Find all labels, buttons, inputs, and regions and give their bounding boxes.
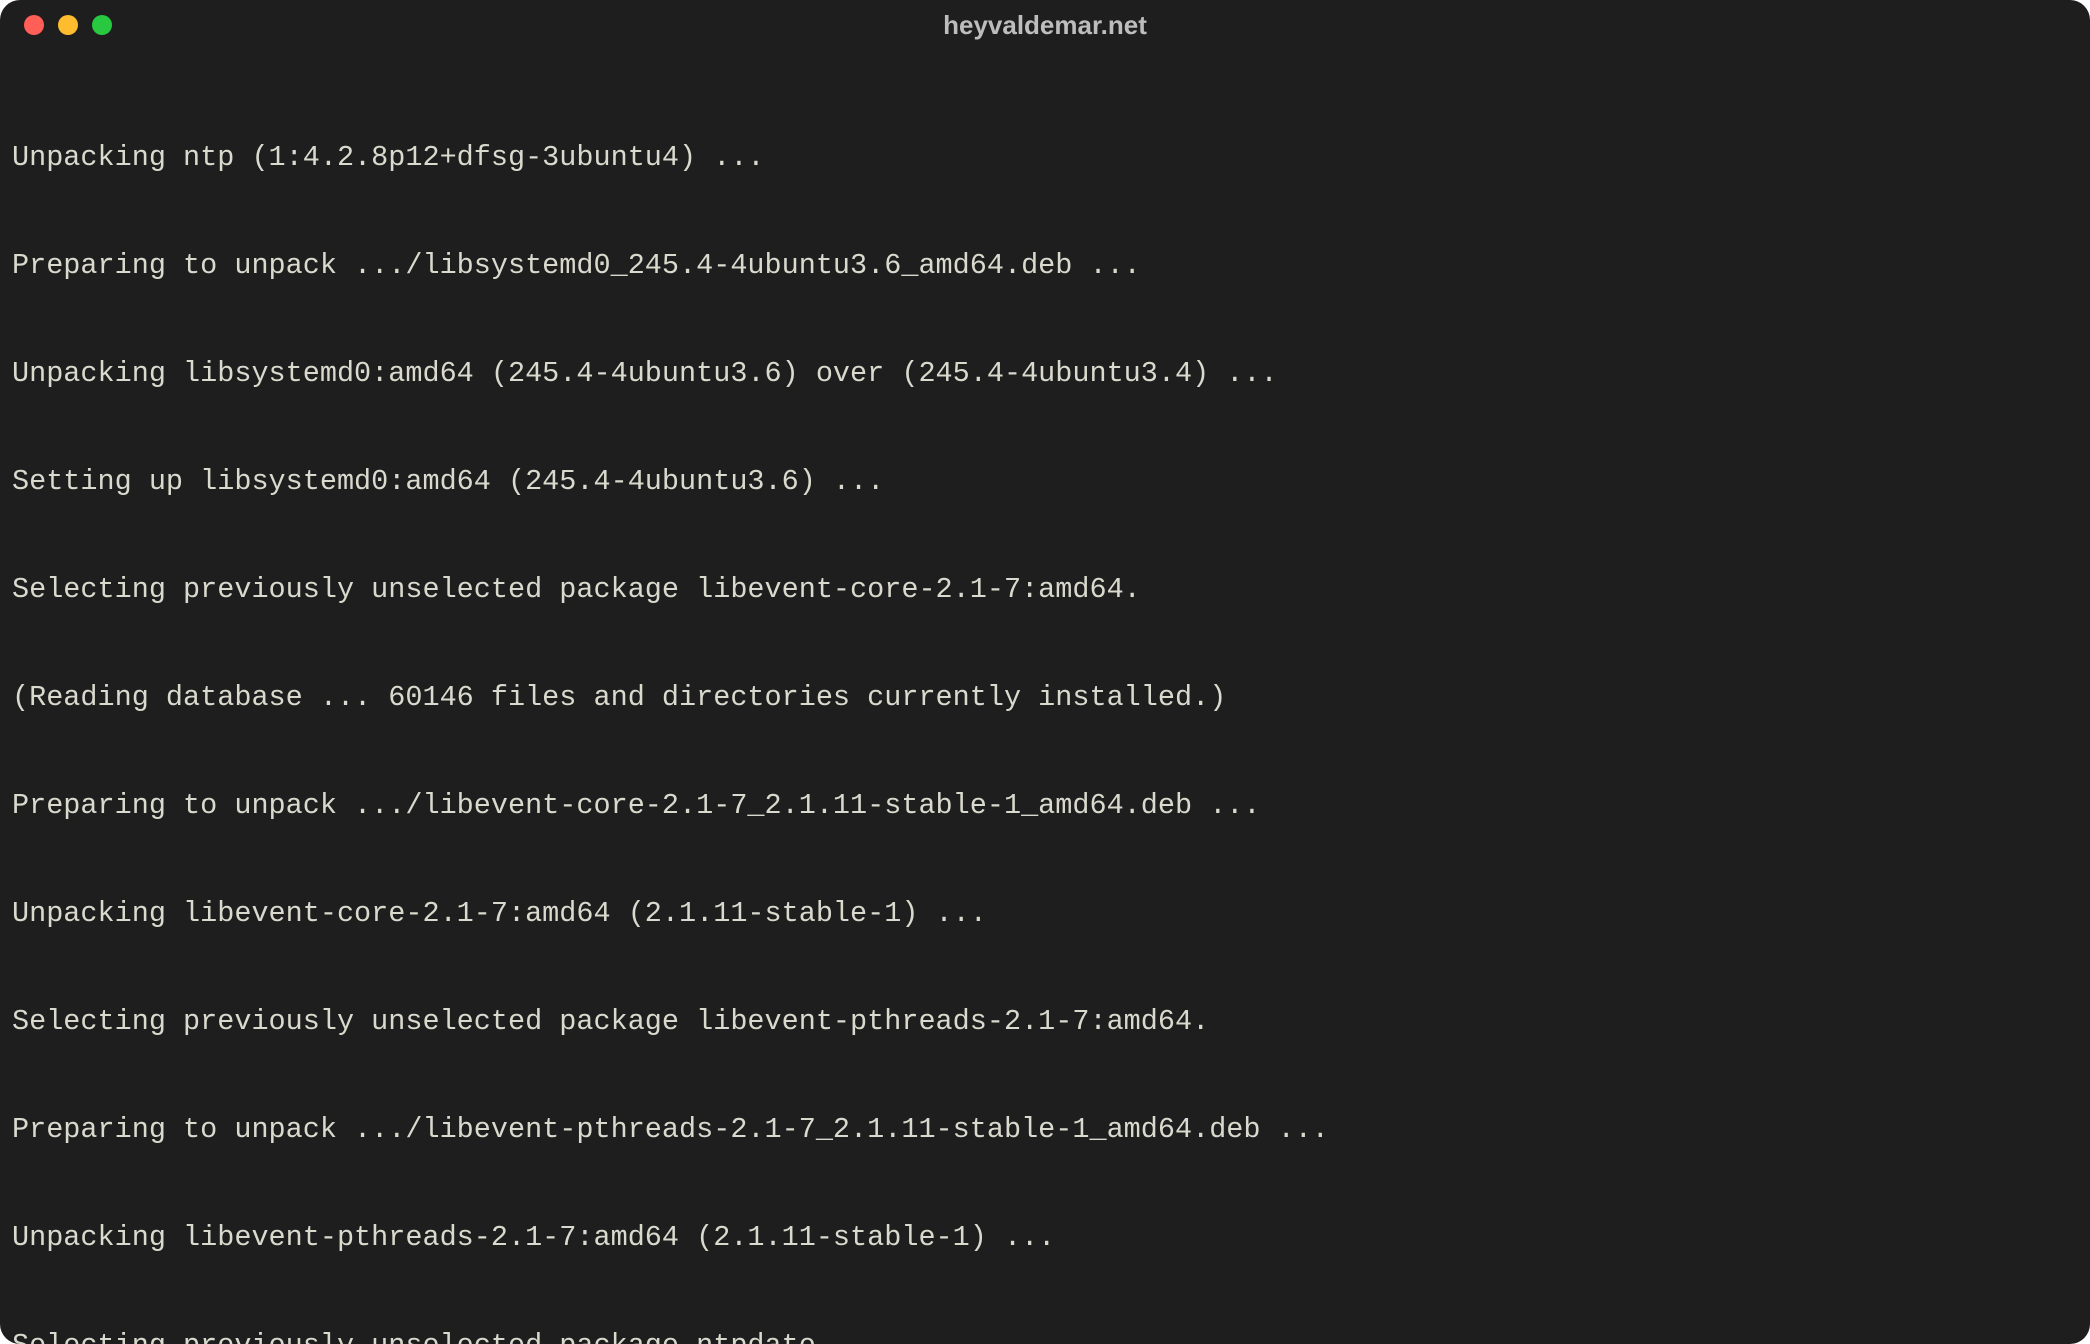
terminal-output[interactable]: Unpacking ntp (1:4.2.8p12+dfsg-3ubuntu4)… — [0, 50, 2090, 1344]
terminal-line: Preparing to unpack .../libsystemd0_245.… — [12, 248, 2078, 284]
terminal-line: Unpacking libevent-core-2.1-7:amd64 (2.1… — [12, 896, 2078, 932]
terminal-line: Unpacking libsystemd0:amd64 (245.4-4ubun… — [12, 356, 2078, 392]
terminal-line: Unpacking ntp (1:4.2.8p12+dfsg-3ubuntu4)… — [12, 140, 2078, 176]
terminal-window: heyvaldemar.net Unpacking ntp (1:4.2.8p1… — [0, 0, 2090, 1344]
terminal-line: Selecting previously unselected package … — [12, 572, 2078, 608]
terminal-line: Preparing to unpack .../libevent-core-2.… — [12, 788, 2078, 824]
terminal-line: Preparing to unpack .../libevent-pthread… — [12, 1112, 2078, 1148]
terminal-line: Selecting previously unselected package … — [12, 1004, 2078, 1040]
minimize-icon[interactable] — [58, 15, 78, 35]
terminal-line: Setting up libsystemd0:amd64 (245.4-4ubu… — [12, 464, 2078, 500]
terminal-line: Selecting previously unselected package … — [12, 1328, 2078, 1344]
close-icon[interactable] — [24, 15, 44, 35]
terminal-line: (Reading database ... 60146 files and di… — [12, 680, 2078, 716]
titlebar: heyvaldemar.net — [0, 0, 2090, 50]
window-title: heyvaldemar.net — [0, 10, 2090, 41]
traffic-lights — [24, 15, 112, 35]
terminal-line: Unpacking libevent-pthreads-2.1-7:amd64 … — [12, 1220, 2078, 1256]
maximize-icon[interactable] — [92, 15, 112, 35]
